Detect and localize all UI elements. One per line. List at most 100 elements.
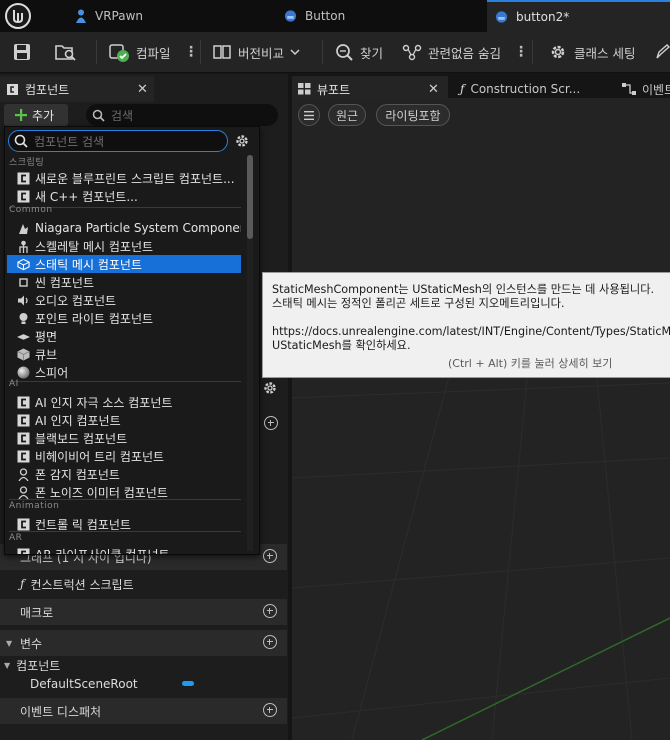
component-list-item[interactable]: 큐브 <box>7 345 241 363</box>
add-circle-icon[interactable] <box>263 635 277 649</box>
macros-section-header[interactable]: 매크로 <box>0 599 287 625</box>
hide-unrelated-button[interactable]: 관련없음 숨김 <box>402 32 501 72</box>
speaker-icon <box>17 294 30 307</box>
add-circle-icon[interactable] <box>263 549 277 563</box>
component-list-item-label: 오디오 컴포넌트 <box>35 293 117 308</box>
component-list-item[interactable]: 스태틱 메시 컴포넌트 <box>7 255 241 273</box>
function-icon: ƒ <box>460 82 465 96</box>
component-list-item[interactable]: 포인트 라이트 컴포넌트 <box>7 309 241 327</box>
components-category[interactable]: ▼ 컴포넌트 <box>4 656 60 674</box>
component-list-item-label: AR 라이프사이클 컴포넌트 <box>35 547 170 555</box>
tooltip-line: 스태틱 메시는 정적인 폴리곤 세트로 구성된 지오메트리입니다. <box>272 297 565 310</box>
find-label: 찾기 <box>360 45 384 61</box>
viewport-canvas[interactable]: 원근 라이팅포함 <box>292 98 670 740</box>
hamburger-icon <box>304 110 314 120</box>
tab-label: VRPawn <box>95 9 144 23</box>
component-list-item[interactable]: 평면 <box>7 327 241 345</box>
add-component-dropdown: 컴포넌트 검색 스크립팅새로운 블루프린트 스크립트 컴포넌트... 새 C++ … <box>4 126 260 555</box>
component-list-item[interactable]: 블랙보드 컴포넌트 <box>7 429 241 447</box>
tab-button[interactable]: Button <box>276 0 476 32</box>
find-options-button[interactable]: ⋮ <box>514 32 528 72</box>
component-list-item[interactable]: 새 C++ 컴포넌트... <box>7 187 241 205</box>
document-tab-bar: VRPawn Button button2* <box>0 0 670 32</box>
add-circle-icon[interactable] <box>263 703 277 717</box>
component-list-item[interactable]: AR 라이프사이클 컴포넌트 <box>7 545 241 555</box>
component-list-item-label: 포인트 라이트 컴포넌트 <box>35 311 154 326</box>
component-list-item-label: 스태틱 메시 컴포넌트 <box>35 257 142 272</box>
blueprint-icon <box>284 10 297 23</box>
category-divider <box>9 531 241 532</box>
component-list-item[interactable]: 스피어 <box>7 363 241 381</box>
component-search-input[interactable]: 컴포넌트 검색 <box>8 130 228 152</box>
cube-icon <box>17 348 30 361</box>
add-circle-icon[interactable] <box>263 604 277 618</box>
component-list-item-label: 새로운 블루프린트 스크립트 컴포넌트... <box>35 171 235 186</box>
close-icon[interactable]: ✕ <box>137 82 148 97</box>
tab-button2[interactable]: button2* <box>487 0 670 32</box>
category-divider <box>9 381 241 382</box>
viewport-grid-icon <box>298 83 311 95</box>
component-list-item-label: AI 인지 컴포넌트 <box>35 413 121 428</box>
lit-label: 라이팅포함 <box>385 108 441 123</box>
main-toolbar: 컴파일 ⋮ 버전비교 찾기 관련없음 숨김 ⋮ 클래스 세팅 <box>0 32 670 73</box>
unreal-logo[interactable] <box>4 2 32 30</box>
pawn-icon <box>74 9 87 23</box>
blueprint-icon <box>495 11 508 24</box>
scrollbar-thumb[interactable] <box>247 155 253 239</box>
dropdown-scrollbar[interactable] <box>247 155 253 551</box>
component-list-item[interactable]: AI 인지 컴포넌트 <box>7 411 241 429</box>
component-search-placeholder: 컴포넌트 검색 <box>34 134 105 149</box>
construction-script-item[interactable]: ƒ 컨스트럭션 스크립트 <box>20 574 134 594</box>
variable-row[interactable]: DefaultSceneRoot <box>30 675 280 693</box>
component-list-item[interactable]: 비헤이비어 트리 컴포넌트 <box>7 447 241 465</box>
script-icon <box>17 172 30 185</box>
sphere-icon <box>17 366 30 379</box>
settings-gear-button[interactable] <box>262 380 278 396</box>
component-list-item[interactable]: 씬 컴포넌트 <box>7 273 241 291</box>
class-defaults-button[interactable] <box>654 32 670 72</box>
close-icon[interactable]: ✕ <box>428 82 439 97</box>
component-list-item[interactable]: AI 인지 자극 소스 컴포넌트 <box>7 393 241 411</box>
perspective-button[interactable]: 원근 <box>328 104 366 126</box>
compile-options-button[interactable]: ⋮ <box>184 32 198 72</box>
category-label: 스크립팅 <box>9 158 45 168</box>
components-search-input[interactable]: 검색 <box>86 104 278 126</box>
components-tab[interactable]: 컴포넌트 ✕ <box>0 76 154 102</box>
event-dispatchers-section-header[interactable]: 이벤트 디스패처 <box>0 698 287 724</box>
component-list-item-label: 평면 <box>35 329 58 344</box>
tab-vrpawn[interactable]: VRPawn <box>66 0 266 32</box>
viewport-tab-label: 뷰포트 <box>317 82 351 97</box>
component-tooltip: StaticMeshComponent는 UStaticMesh의 인스턴스를 … <box>262 272 670 378</box>
dropdown-settings-button[interactable] <box>234 133 250 149</box>
diff-label: 버전비교 <box>238 45 285 61</box>
find-button[interactable]: 찾기 <box>334 32 383 72</box>
component-list-item[interactable]: 스켈레탈 메시 컴포넌트 <box>7 237 241 255</box>
component-list-item-label: 씬 컴포넌트 <box>35 275 95 290</box>
component-list-item[interactable]: 폰 감지 컴포넌트 <box>7 465 241 483</box>
class-settings-button[interactable]: 클래스 세팅 <box>548 32 635 72</box>
script-icon <box>17 548 30 554</box>
gear-icon <box>548 42 568 62</box>
component-list-item[interactable]: 새로운 블루프린트 스크립트 컴포넌트... <box>7 169 241 187</box>
variable-name: DefaultSceneRoot <box>30 677 138 691</box>
component-list-item[interactable]: 오디오 컴포넌트 <box>7 291 241 309</box>
add-circle-icon <box>264 416 278 430</box>
viewport-options-button[interactable] <box>298 104 320 126</box>
save-button[interactable] <box>12 32 32 72</box>
browse-button[interactable] <box>54 32 78 72</box>
category-label: AI <box>9 379 19 389</box>
lit-mode-button[interactable]: 라이팅포함 <box>376 104 450 126</box>
save-icon <box>12 42 32 62</box>
compile-button[interactable]: 컴파일 <box>108 32 171 72</box>
component-list-item[interactable]: Niagara Particle System Component <box>7 219 241 237</box>
component-list-item-label: 새 C++ 컴포넌트... <box>35 189 138 204</box>
variables-section-header[interactable]: ▼ 변수 <box>0 630 287 656</box>
diff-button[interactable]: 버전비교 <box>212 32 300 72</box>
add-component-button[interactable]: 추가 <box>4 104 68 126</box>
compile-label: 컴파일 <box>136 45 171 61</box>
add-function-button[interactable] <box>262 416 278 432</box>
static-mesh-icon <box>17 258 30 271</box>
script-icon <box>17 518 30 531</box>
component-list-item-label: 폰 감지 컴포넌트 <box>35 467 120 482</box>
toolbar-divider <box>322 40 323 64</box>
